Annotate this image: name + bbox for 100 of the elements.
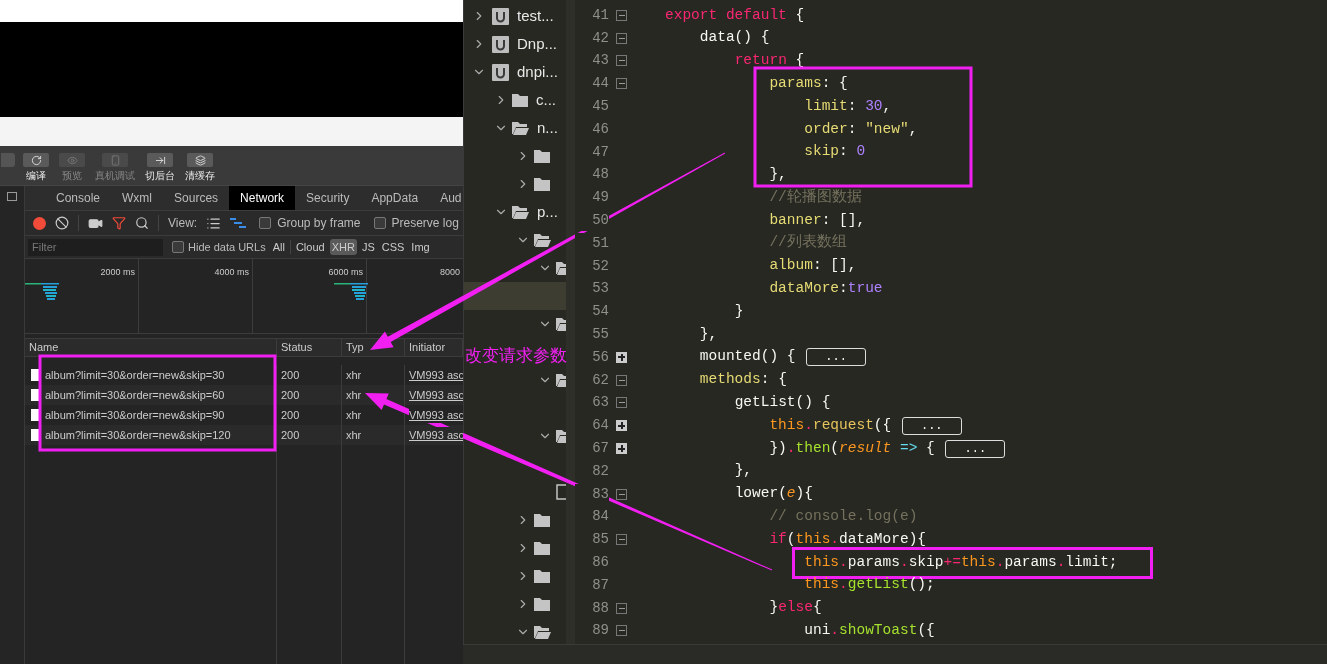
fold-minus-icon[interactable] bbox=[616, 9, 627, 21]
fold-minus-icon[interactable] bbox=[616, 625, 627, 637]
code-line: export default { bbox=[665, 5, 805, 25]
search-icon[interactable] bbox=[135, 216, 149, 230]
code-line: order: "new", bbox=[804, 119, 918, 139]
checkbox[interactable] bbox=[172, 241, 184, 253]
code-line: } bbox=[734, 301, 744, 321]
tab[interactable]: Console bbox=[45, 186, 112, 210]
waterfall-drawing bbox=[334, 283, 370, 301]
project-icon bbox=[492, 63, 509, 81]
type-filter-button[interactable]: JS bbox=[359, 238, 377, 256]
time-tick: 4000 ms bbox=[214, 267, 249, 277]
project-icon bbox=[492, 35, 509, 53]
table-cell-text: xhr bbox=[346, 427, 362, 443]
filter-field[interactable]: Filter bbox=[28, 238, 163, 256]
collapsed-block-button[interactable]: ... bbox=[806, 348, 866, 367]
project-icon bbox=[492, 7, 509, 25]
table-cell-text: 200 bbox=[281, 367, 300, 383]
table-cell[interactable]: album?limit=30&order=new&skip=90 bbox=[45, 406, 225, 424]
code-line: params: { bbox=[769, 73, 848, 93]
toolbar-button[interactable]: 清缓存 bbox=[183, 153, 217, 181]
record-icon[interactable] bbox=[33, 216, 46, 230]
column-header[interactable]: Status bbox=[277, 339, 342, 356]
type-filter-button[interactable]: All bbox=[270, 238, 287, 256]
folder-icon bbox=[534, 541, 550, 555]
open-folder-icon bbox=[534, 233, 551, 247]
tab[interactable]: Wxml bbox=[111, 186, 164, 210]
code-line: uni.showToast({ bbox=[804, 621, 935, 641]
tab[interactable]: Network bbox=[229, 186, 296, 210]
code-line: this.request({ bbox=[769, 415, 893, 435]
tree-label[interactable]: c... bbox=[536, 88, 556, 112]
fold-plus-icon[interactable] bbox=[616, 351, 627, 363]
tab[interactable]: AppData bbox=[360, 186, 430, 210]
type-filter-button[interactable]: Img bbox=[409, 238, 432, 256]
waterfall-drawing bbox=[25, 283, 61, 301]
tree-row-highlight[interactable] bbox=[464, 282, 566, 310]
tab[interactable]: Security bbox=[295, 186, 361, 210]
checkbox-label: Preserve log bbox=[391, 215, 459, 232]
type-filter-button[interactable]: XHR bbox=[329, 238, 357, 256]
tab[interactable]: Sources bbox=[163, 186, 230, 210]
phone-icon bbox=[109, 154, 121, 166]
code-line: }else{ bbox=[769, 598, 822, 618]
refresh-icon bbox=[30, 154, 42, 166]
tree-label[interactable]: test... bbox=[517, 4, 554, 28]
code-line: mounted() { bbox=[699, 347, 797, 367]
fold-plus-icon[interactable] bbox=[616, 443, 627, 455]
fold-minus-icon[interactable] bbox=[616, 488, 627, 500]
time-tick: 2000 ms bbox=[100, 267, 135, 277]
scrollbar[interactable] bbox=[566, 0, 575, 644]
time-tick: 8000 bbox=[439, 267, 460, 277]
initiator-link[interactable]: VM993 asc bbox=[409, 406, 463, 424]
fold-minus-icon[interactable] bbox=[616, 32, 627, 44]
fold-minus-icon[interactable] bbox=[616, 534, 627, 546]
folder-icon bbox=[534, 177, 550, 191]
checkbox[interactable] bbox=[373, 217, 386, 229]
annotation-label: 改变请求参数 bbox=[465, 346, 567, 366]
tab[interactable]: Aud bbox=[429, 186, 463, 210]
code-line: this.getList(); bbox=[804, 575, 935, 595]
tree-label[interactable]: p... bbox=[537, 200, 558, 224]
toolbar-button[interactable]: 切后台 bbox=[143, 153, 177, 181]
code-line: this.params.skip+=this.params.limit; bbox=[804, 552, 1118, 572]
table-cell-text: xhr bbox=[346, 367, 362, 383]
waterfall-view-icon[interactable] bbox=[230, 217, 247, 229]
clear-icon[interactable] bbox=[55, 216, 69, 230]
code-line: }, bbox=[699, 324, 718, 344]
collapsed-block-button[interactable]: ... bbox=[945, 439, 1006, 458]
folder-icon bbox=[534, 569, 550, 583]
column-header[interactable]: Name bbox=[25, 339, 277, 356]
folder-icon bbox=[534, 149, 550, 163]
file-icon bbox=[31, 389, 39, 401]
file-icon bbox=[31, 369, 39, 381]
code-line: }).then(result => { bbox=[769, 438, 936, 458]
fold-minus-icon[interactable] bbox=[616, 602, 627, 614]
table-cell-text: 200 bbox=[281, 407, 300, 423]
fold-minus-icon[interactable] bbox=[616, 78, 627, 90]
table-cell-text: 200 bbox=[281, 387, 300, 403]
fold-minus-icon[interactable] bbox=[616, 55, 627, 67]
tree-label[interactable]: Dnp... bbox=[517, 32, 558, 56]
list-view-icon[interactable] bbox=[206, 215, 222, 231]
code-line: album: [], bbox=[769, 256, 857, 276]
collapsed-block-button[interactable]: ... bbox=[901, 416, 962, 435]
tree-label[interactable]: n... bbox=[537, 116, 558, 140]
fold-minus-icon[interactable] bbox=[616, 374, 627, 386]
checkbox[interactable] bbox=[259, 217, 272, 229]
fold-plus-icon[interactable] bbox=[616, 420, 627, 432]
table-cell[interactable]: album?limit=30&order=new&skip=30 bbox=[45, 366, 225, 384]
filter-icon[interactable] bbox=[112, 216, 126, 230]
dock-icon[interactable] bbox=[7, 192, 17, 201]
table-cell-text: 200 bbox=[281, 427, 300, 443]
table-cell[interactable]: album?limit=30&order=new&skip=60 bbox=[45, 386, 225, 404]
initiator-link[interactable]: VM993 asc bbox=[409, 426, 463, 444]
type-filter-button[interactable]: Cloud bbox=[293, 238, 327, 256]
code-line: data() { bbox=[699, 28, 770, 48]
table-cell[interactable]: album?limit=30&order=new&skip=120 bbox=[45, 426, 231, 444]
type-filter-button[interactable]: CSS bbox=[379, 238, 407, 256]
file-icon bbox=[556, 484, 566, 500]
time-tick: 6000 ms bbox=[328, 267, 363, 277]
fold-minus-icon[interactable] bbox=[616, 397, 627, 409]
toolbar-button[interactable]: 编译 bbox=[21, 153, 51, 181]
tree-label[interactable]: dnpi... bbox=[517, 60, 558, 84]
